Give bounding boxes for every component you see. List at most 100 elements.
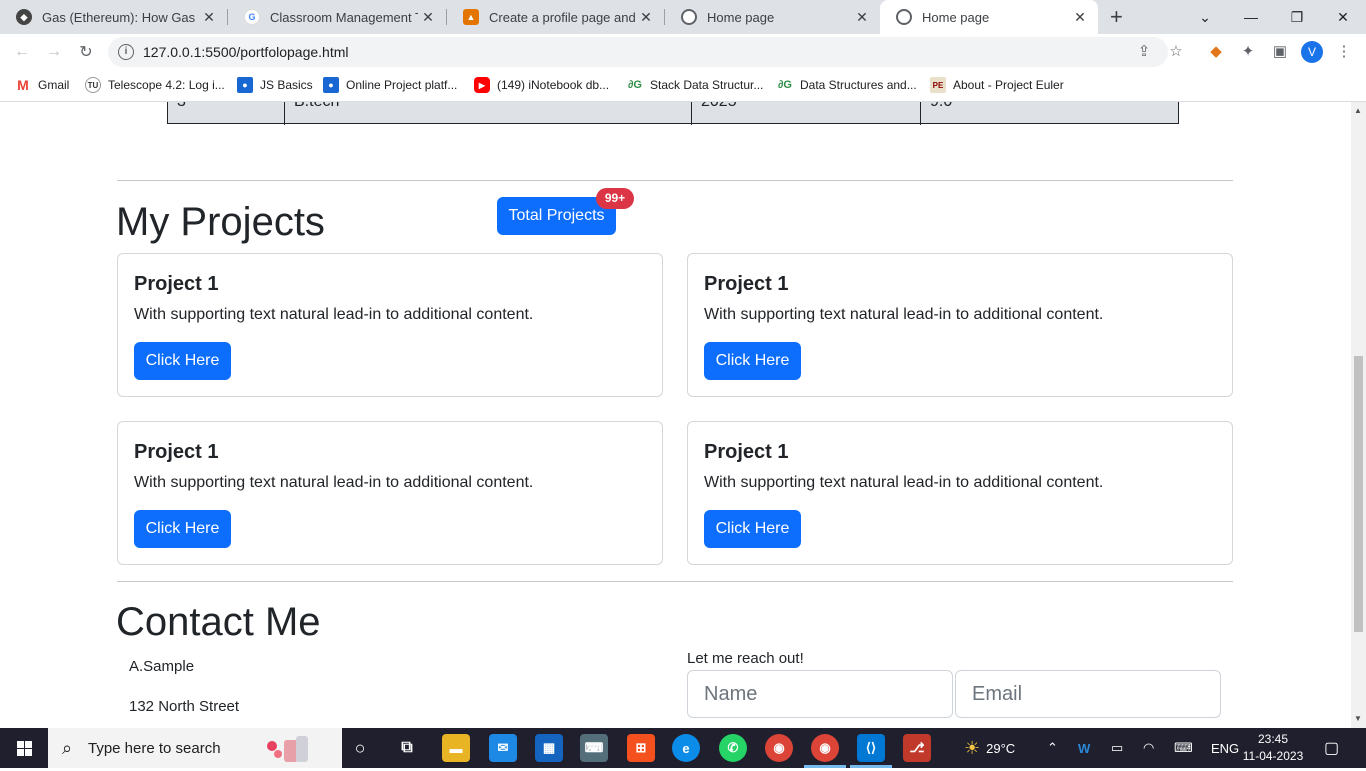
url-text[interactable]: 127.0.0.1:5500/portfolopage.html	[143, 44, 349, 60]
address-bar[interactable]: i 127.0.0.1:5500/portfolopage.html ⇪ ☆	[108, 37, 1183, 67]
project-title: Project 1	[134, 273, 219, 295]
tab-home-page-1[interactable]: Home page ✕	[665, 0, 880, 34]
notification-icon[interactable]: ▢	[1324, 728, 1339, 768]
table-cell: B.tech	[285, 102, 692, 125]
gfg-icon: ∂G	[778, 79, 792, 91]
project-card: Project 1 With supporting text natural l…	[687, 421, 1233, 565]
person-icon: ●	[323, 77, 339, 93]
project-count-badge: 99+	[596, 188, 634, 209]
project-text: With supporting text natural lead-in to …	[134, 306, 534, 323]
bookmark-project-euler[interactable]: PE About - Project Euler	[930, 77, 1064, 93]
contact-heading: Contact Me	[116, 600, 321, 644]
bookmarks-bar: M Gmail TU Telescope 4.2: Log i... ● JS …	[0, 70, 1366, 102]
click-here-button[interactable]: Click Here	[704, 342, 801, 380]
email-field[interactable]: Email	[955, 670, 1221, 718]
name-field[interactable]: Name	[687, 670, 953, 718]
language-indicator[interactable]: ENG	[1211, 728, 1239, 768]
weather-widget[interactable]: ☀ 29°C	[964, 728, 1015, 768]
project-card: Project 1 With supporting text natural l…	[687, 253, 1233, 397]
click-here-button[interactable]: Click Here	[704, 510, 801, 548]
profile-avatar[interactable]: V	[1301, 41, 1323, 63]
telescope-icon: TU	[85, 77, 101, 93]
cortana-icon[interactable]: ○	[346, 734, 374, 762]
close-icon[interactable]: ✕	[418, 9, 438, 26]
restore-icon[interactable]: ❐	[1274, 0, 1320, 34]
word-tray-icon[interactable]: W	[1078, 728, 1090, 768]
gfg-icon: ∂G	[628, 79, 642, 91]
project-card: Project 1 With supporting text natural l…	[117, 421, 663, 565]
project-text: With supporting text natural lead-in to …	[704, 474, 1104, 491]
weather-icon: ☀	[964, 737, 981, 758]
youtube-icon: ▶	[474, 77, 490, 93]
project-title: Project 1	[704, 441, 789, 463]
new-tab-button[interactable]: +	[1104, 0, 1134, 34]
menu-icon[interactable]: ⋮	[1334, 42, 1354, 62]
globe-icon	[681, 9, 697, 25]
gmail-icon: M	[17, 77, 29, 93]
wifi-icon[interactable]: ◠	[1143, 728, 1154, 768]
file-explorer-icon[interactable]: ▬	[442, 734, 470, 762]
git-icon[interactable]: ⎇	[903, 734, 931, 762]
ms-store-icon[interactable]: ⊞	[627, 734, 655, 762]
bookmark-gmail[interactable]: M Gmail	[15, 77, 69, 93]
close-icon[interactable]: ✕	[199, 9, 219, 26]
mail-icon[interactable]: ✉	[489, 734, 517, 762]
project-text: With supporting text natural lead-in to …	[704, 306, 1104, 323]
bookmark-telescope[interactable]: TU Telescope 4.2: Log i...	[85, 77, 225, 93]
side-panel-icon[interactable]: ▣	[1270, 42, 1290, 62]
address-line: A.Sample	[129, 658, 195, 675]
close-icon[interactable]: ✕	[1070, 9, 1090, 26]
minimize-icon[interactable]: —	[1228, 0, 1274, 34]
section-divider	[117, 581, 1233, 582]
bookmark-inotebook[interactable]: ▶ (149) iNotebook db...	[474, 77, 609, 93]
search-icon: ⌕	[62, 738, 73, 758]
education-table-last-row: 3 B.tech 2025 9.0	[167, 102, 1179, 125]
tab-home-page-active[interactable]: Home page ✕	[880, 0, 1098, 34]
bookmark-stack-ds[interactable]: ∂G Stack Data Structur...	[627, 77, 763, 93]
bookmark-data-structures[interactable]: ∂G Data Structures and...	[777, 77, 917, 93]
scroll-up-icon[interactable]: ▲	[1354, 106, 1362, 115]
close-icon[interactable]: ✕	[852, 9, 872, 26]
store-icon[interactable]: ▦	[535, 734, 563, 762]
click-here-button[interactable]: Click Here	[134, 342, 231, 380]
click-here-button[interactable]: Click Here	[134, 510, 231, 548]
globe-icon	[896, 9, 912, 25]
metamask-icon[interactable]: ◆	[1206, 42, 1226, 62]
tab-gas-ethereum[interactable]: ◆ Gas (Ethereum): How Gas Fe ✕	[0, 0, 227, 34]
person-icon: ●	[237, 77, 253, 93]
pe-icon: PE	[930, 77, 946, 93]
back-icon[interactable]: ←	[10, 40, 34, 64]
window-close-icon[interactable]: ✕	[1320, 0, 1366, 34]
close-icon[interactable]: ✕	[636, 9, 656, 26]
address-line: 132 North Street	[129, 698, 240, 715]
tray-overflow-icon[interactable]: ⌃	[1047, 728, 1058, 768]
windows-taskbar: ⌕ Type here to search ○ ⧉ ▬ ✉ ▦ ⌨ ⊞ e ✆ …	[0, 728, 1366, 768]
scroll-down-icon[interactable]: ▼	[1354, 714, 1362, 723]
bookmark-star-icon[interactable]: ☆	[1166, 42, 1186, 62]
tab-create-profile[interactable]: ▲ Create a profile page and upl ✕	[447, 0, 664, 34]
keyboard-icon[interactable]: ⌨	[1174, 728, 1193, 768]
extensions-icon[interactable]: ✦	[1238, 42, 1258, 62]
whatsapp-icon[interactable]: ✆	[719, 734, 747, 762]
taskbar-search[interactable]: ⌕ Type here to search	[48, 728, 342, 768]
page-scrollbar[interactable]: ▲ ▼	[1351, 102, 1366, 728]
tab-search-icon[interactable]: ⌄	[1182, 0, 1228, 34]
forward-icon[interactable]: →	[42, 40, 66, 64]
tab-classroom[interactable]: G Classroom Management Tool ✕	[228, 0, 446, 34]
battery-icon[interactable]: ▭	[1111, 728, 1123, 768]
bookmark-online-project[interactable]: ● Online Project platf...	[323, 77, 457, 93]
scroll-thumb[interactable]	[1354, 356, 1363, 632]
info-icon[interactable]: i	[118, 44, 134, 60]
start-button[interactable]	[0, 728, 48, 768]
chrome-profile-icon[interactable]: ◉	[811, 734, 839, 762]
reach-label: Let me reach out!	[687, 650, 804, 667]
share-icon[interactable]: ⇪	[1134, 42, 1154, 62]
chrome-icon[interactable]: ◉	[765, 734, 793, 762]
vscode-icon[interactable]: ⟨⟩	[857, 734, 885, 762]
clock[interactable]: 23:45 11-04-2023	[1238, 731, 1308, 765]
task-view-icon[interactable]: ⧉	[393, 734, 421, 762]
bookmark-js-basics[interactable]: ● JS Basics	[237, 77, 313, 93]
keyboard-app-icon[interactable]: ⌨	[580, 734, 608, 762]
edge-icon[interactable]: e	[672, 734, 700, 762]
reload-icon[interactable]: ↻	[74, 40, 98, 64]
